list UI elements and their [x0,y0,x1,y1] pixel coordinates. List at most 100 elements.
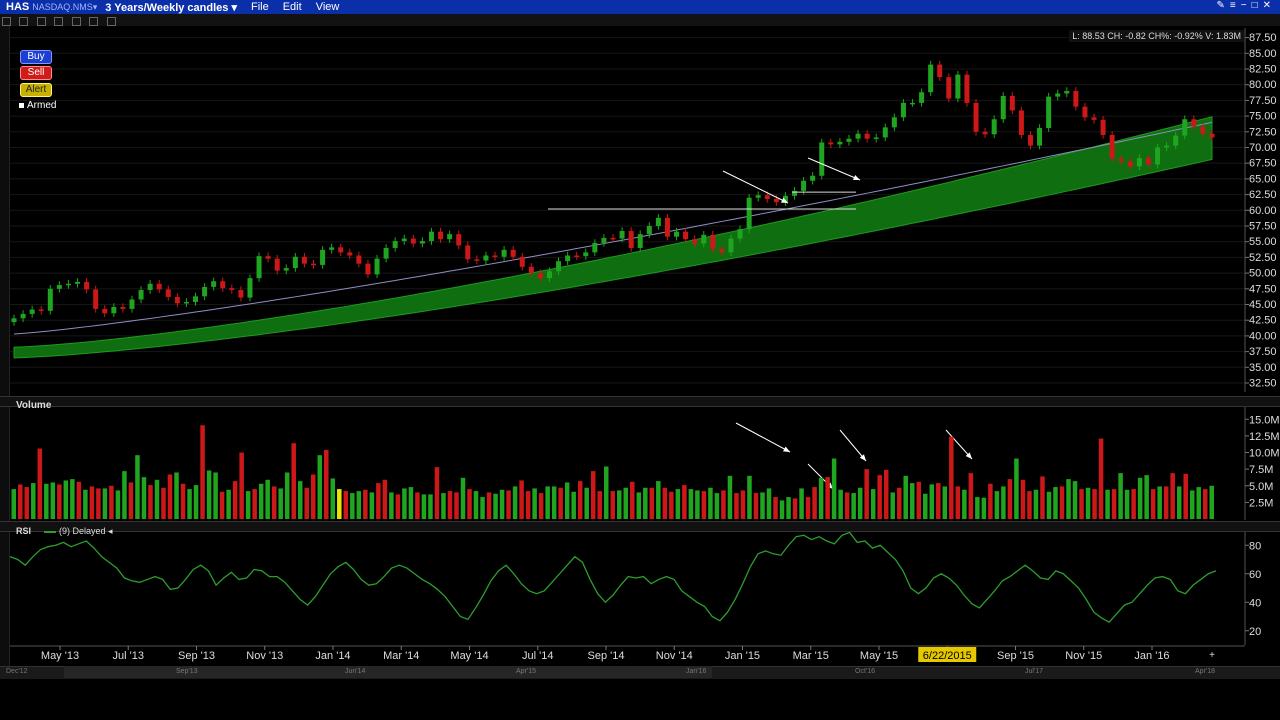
candle-body [238,290,244,298]
volume-bar [955,486,961,519]
candle-body [102,308,108,314]
rsi-tick-label: 80 [1249,540,1261,552]
volume-bar [805,497,811,519]
candle-body [946,77,952,99]
volume-bar [936,483,941,519]
volume-tick-label: 7.5M [1249,464,1273,476]
candle-body [456,234,462,246]
volume-bar [766,488,772,519]
volume-bar [454,492,459,519]
volume-bar [617,490,622,519]
volume-rsi-separator[interactable] [0,521,1280,532]
candle-body [1082,106,1088,118]
candle-body [601,237,607,243]
candle-body [1091,117,1097,120]
volume-bar [1040,476,1045,519]
rsi-legend-swatch [44,530,56,533]
volume-tick-label: 2.5M [1249,497,1273,509]
volume-bar [350,493,355,519]
moving-average [13,121,1213,335]
rsi-legend[interactable]: (9) Delayed ◂ [44,526,113,537]
candle-body [619,231,625,239]
volume-bar [649,487,655,519]
volume-bar [799,488,804,519]
volume-bar [356,491,362,519]
alert-button[interactable]: Alert [20,83,52,97]
candle-body [356,255,362,264]
volume-bar [1209,485,1214,519]
scrollbar-date-label: Dec'12 [6,668,28,675]
candle-body [392,241,398,248]
scrollbar-date-label: Oct'16 [855,668,876,675]
volume-bar [949,436,954,519]
candle-body [301,256,307,264]
volume-bar [590,471,596,519]
volume-bar [1059,486,1065,519]
volume-bar [1176,486,1182,519]
volume-bar [148,485,153,519]
candle-body [428,231,434,242]
candle-body [320,249,326,265]
candle-body [519,256,525,267]
price-tick-label: 32.50 [1249,378,1277,390]
volume-panel-label[interactable]: Volume [16,400,51,411]
volume-bar [968,473,974,519]
rsi-panel-label[interactable]: RSI [16,526,31,536]
volume-bar [200,425,205,519]
time-scrollbar-thumb[interactable] [64,666,712,678]
volume-bar [610,491,615,519]
volume-bar [688,489,694,519]
candle-body [510,249,516,257]
candle-body [1100,119,1106,135]
volume-bar [844,492,850,519]
volume-bar [363,489,368,519]
volume-bar [656,481,661,519]
volume-bar [18,484,23,519]
volume-bar [512,486,518,519]
volume-bar [577,481,583,519]
candle-body [138,290,144,300]
volume-bar [1150,489,1156,519]
scrollbar-date-label: Sep'13 [176,668,198,675]
candle-body [855,133,861,139]
volume-bar [708,487,713,519]
rsi-tick-label: 20 [1249,626,1261,638]
candle-body [546,271,552,279]
candle-body [873,137,879,139]
candle-body [183,301,189,304]
buy-button[interactable]: Buy [20,50,52,64]
candle-body [338,247,344,253]
time-tick-label: Sep '14 [588,650,625,662]
volume-bar [877,475,882,519]
armed-checkbox[interactable]: Armed [19,100,56,111]
candle-body [737,229,743,239]
volume-bar [519,480,524,519]
volume-bar [311,474,316,519]
sell-button[interactable]: Sell [20,66,52,80]
price-volume-separator[interactable] [0,396,1280,407]
armed-box[interactable] [19,102,24,108]
candle-body [1109,134,1115,159]
candle-body [664,217,670,237]
volume-bar [883,469,889,519]
candle-body [719,249,725,253]
price-tick-label: 65.00 [1249,173,1277,185]
price-arrow-1 [722,170,789,204]
volume-bar [232,481,238,519]
volume-bar [122,471,127,519]
time-tick-label: Nov '15 [1065,650,1102,662]
candle-body [311,263,316,266]
candle-body [56,285,62,289]
candle-body [11,318,17,323]
candle-body [1064,90,1070,94]
volume-axis-labels: 15.0M 12.5M 10.0M 7.5M 5.0M 2.5M [1244,405,1280,520]
price-tick-label: 77.50 [1249,95,1277,107]
volume-bar [1066,479,1071,519]
candle-body [646,225,652,235]
time-tick-label: May '13 [41,650,79,662]
price-arrow-2 [807,157,861,181]
chart-canvas[interactable]: 87.50 85.00 82.50 80.00 77.50 75.00 72.50 70.00… [0,0,1280,720]
time-tick-label: Mar '14 [383,650,419,662]
candle-body [265,256,271,259]
candle-body [465,245,471,260]
